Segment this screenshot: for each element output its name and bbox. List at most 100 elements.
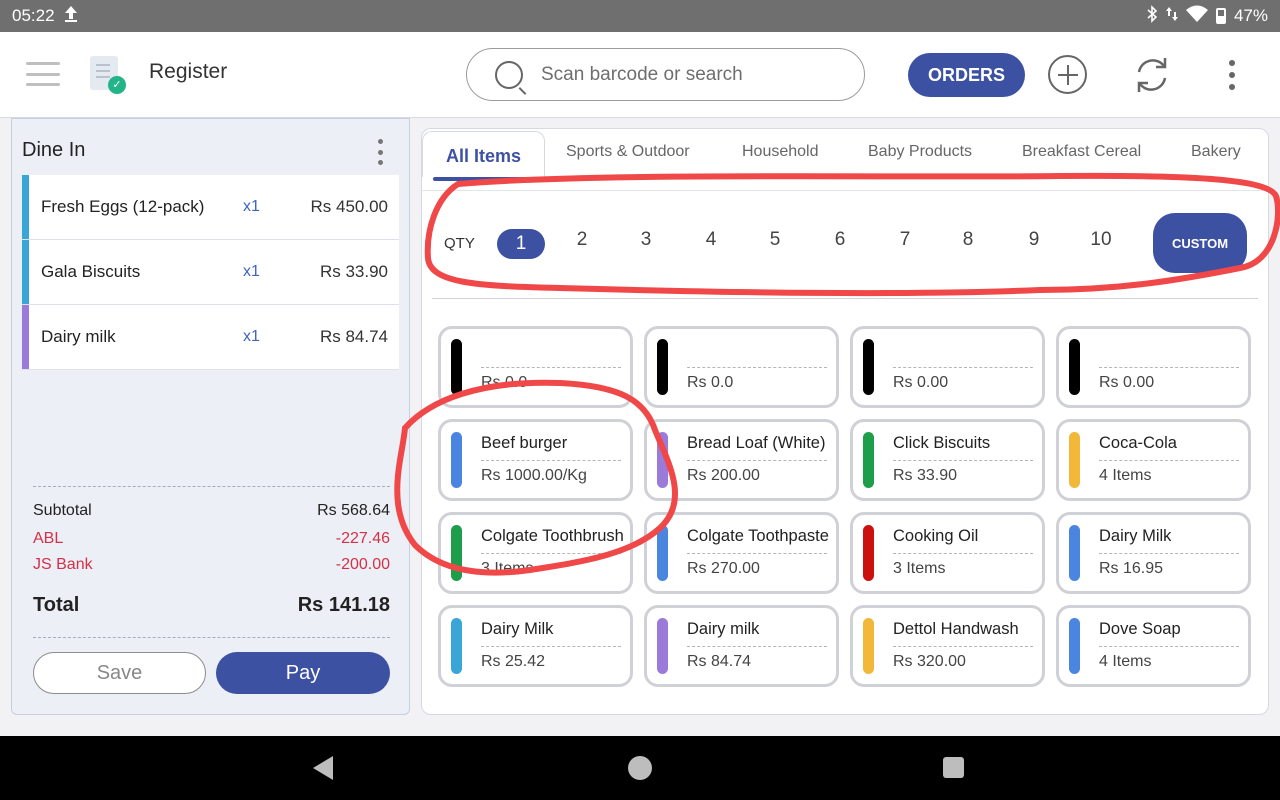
cart-options-icon[interactable] bbox=[376, 139, 384, 165]
product-price: Rs 270.00 bbox=[687, 560, 760, 577]
qty-option[interactable]: 1 bbox=[497, 229, 545, 259]
discount-value: -227.46 bbox=[335, 530, 390, 547]
product-divider bbox=[481, 367, 621, 368]
discount-row: JS Bank -200.00 bbox=[33, 556, 390, 574]
product-price: Rs 0.0 bbox=[481, 374, 528, 391]
product-card[interactable]: Dettol Handwash Rs 320.00 bbox=[850, 605, 1045, 687]
product-divider bbox=[1099, 460, 1239, 461]
battery-icon bbox=[1215, 8, 1226, 24]
product-card[interactable]: Colgate Toothpaste Rs 270.00 bbox=[644, 512, 839, 594]
menu-icon[interactable] bbox=[26, 62, 60, 86]
product-card[interactable]: Rs 0.0 bbox=[644, 326, 839, 408]
tab-baby-products[interactable]: Baby Products bbox=[868, 143, 972, 161]
product-name: Dairy Milk bbox=[481, 620, 554, 638]
product-color-stripe bbox=[1069, 339, 1080, 395]
cart-panel: Dine In Fresh Eggs (12-pack) x1 Rs 450.0… bbox=[11, 118, 410, 715]
tab-breakfast-cereal[interactable]: Breakfast Cereal bbox=[1022, 143, 1141, 161]
tab-all-items[interactable]: All Items bbox=[422, 131, 545, 181]
qty-option[interactable]: 3 bbox=[626, 229, 666, 251]
product-color-stripe bbox=[657, 618, 668, 674]
product-card[interactable]: Rs 0.0 bbox=[438, 326, 633, 408]
tab-sports-outdoor[interactable]: Sports & Outdoor bbox=[566, 143, 690, 161]
product-name: Dove Soap bbox=[1099, 620, 1181, 638]
qty-option[interactable]: 8 bbox=[948, 229, 988, 251]
product-name: Bread Loaf (White) bbox=[687, 434, 826, 452]
product-price: Rs 33.90 bbox=[893, 467, 958, 484]
page-title: Register bbox=[149, 60, 228, 83]
discount-row: ABL -227.46 bbox=[33, 530, 390, 548]
tab-household[interactable]: Household bbox=[742, 143, 819, 161]
upload-icon bbox=[63, 5, 79, 28]
cart-item[interactable]: Dairy milk x1 Rs 84.74 bbox=[22, 305, 399, 370]
app-header: ✓ Register ORDERS bbox=[0, 32, 1280, 118]
product-color-stripe bbox=[1069, 432, 1080, 488]
search-bar[interactable] bbox=[466, 48, 865, 101]
product-color-stripe bbox=[657, 525, 668, 581]
product-card[interactable]: Dairy Milk Rs 16.95 bbox=[1056, 512, 1251, 594]
qty-option[interactable]: 5 bbox=[755, 229, 795, 251]
status-bar: 05:22 47% bbox=[0, 0, 1280, 32]
product-price: Rs 0.0 bbox=[687, 374, 734, 391]
sync-icon[interactable] bbox=[1131, 54, 1173, 96]
home-icon[interactable] bbox=[628, 756, 652, 780]
pay-button[interactable]: Pay bbox=[216, 652, 390, 694]
product-price: Rs 16.95 bbox=[1099, 560, 1164, 577]
product-card[interactable]: Dairy Milk Rs 25.42 bbox=[438, 605, 633, 687]
product-divider bbox=[893, 367, 1033, 368]
product-divider bbox=[687, 460, 827, 461]
product-card[interactable]: Dairy milk Rs 84.74 bbox=[644, 605, 839, 687]
discount-value: -200.00 bbox=[335, 556, 390, 573]
product-color-stripe bbox=[1069, 618, 1080, 674]
category-tabs: All Items Sports & Outdoor Household Bab… bbox=[422, 129, 1268, 191]
product-divider bbox=[687, 646, 827, 647]
product-card[interactable]: Click Biscuits Rs 33.90 bbox=[850, 419, 1045, 501]
product-price: Rs 84.74 bbox=[687, 653, 752, 670]
product-price: 4 Items bbox=[1099, 653, 1152, 670]
cart-item[interactable]: Fresh Eggs (12-pack) x1 Rs 450.00 bbox=[22, 175, 399, 240]
product-card[interactable]: Rs 0.00 bbox=[850, 326, 1045, 408]
product-color-stripe bbox=[451, 339, 462, 395]
qty-option[interactable]: 2 bbox=[562, 229, 602, 251]
tab-underline bbox=[422, 190, 1268, 191]
cart-item-qty: x1 bbox=[243, 263, 260, 280]
product-name: Click Biscuits bbox=[893, 434, 991, 452]
product-name: Colgate Toothbrush bbox=[481, 527, 624, 545]
cart-item-price: Rs 33.90 bbox=[319, 262, 388, 281]
custom-qty-button[interactable]: CUSTOM bbox=[1153, 213, 1247, 273]
product-card[interactable]: Dove Soap 4 Items bbox=[1056, 605, 1251, 687]
product-card[interactable]: Colgate Toothbrush 3 Items bbox=[438, 512, 633, 594]
qty-option[interactable]: 4 bbox=[691, 229, 731, 251]
product-card[interactable]: Cooking Oil 3 Items bbox=[850, 512, 1045, 594]
product-divider bbox=[893, 460, 1033, 461]
order-type-title: Dine In bbox=[22, 139, 86, 161]
more-options-icon[interactable] bbox=[1226, 60, 1238, 90]
product-color-stripe bbox=[863, 525, 874, 581]
product-color-stripe bbox=[1069, 525, 1080, 581]
product-divider bbox=[893, 646, 1033, 647]
product-card[interactable]: Bread Loaf (White) Rs 200.00 bbox=[644, 419, 839, 501]
product-price: 3 Items bbox=[481, 560, 534, 577]
tab-bakery[interactable]: Bakery bbox=[1191, 143, 1241, 161]
qty-option[interactable]: 6 bbox=[820, 229, 860, 251]
product-color-stripe bbox=[863, 432, 874, 488]
product-card[interactable]: Coca-Cola 4 Items bbox=[1056, 419, 1251, 501]
product-card[interactable]: Beef burger Rs 1000.00/Kg bbox=[438, 419, 633, 501]
cart-item[interactable]: Gala Biscuits x1 Rs 33.90 bbox=[22, 240, 399, 305]
add-icon[interactable] bbox=[1048, 55, 1087, 94]
battery-percentage: 47% bbox=[1233, 6, 1268, 25]
qty-option[interactable]: 10 bbox=[1081, 229, 1121, 251]
orders-button[interactable]: ORDERS bbox=[908, 53, 1025, 97]
back-icon[interactable] bbox=[313, 756, 333, 780]
subtotal-value: Rs 568.64 bbox=[317, 502, 390, 519]
product-card[interactable]: Rs 0.00 bbox=[1056, 326, 1251, 408]
save-button[interactable]: Save bbox=[33, 652, 206, 694]
divider bbox=[33, 637, 390, 638]
product-name: Dairy milk bbox=[687, 620, 760, 638]
qty-option[interactable]: 7 bbox=[885, 229, 925, 251]
qty-option[interactable]: 9 bbox=[1014, 229, 1054, 251]
search-input[interactable] bbox=[541, 63, 841, 86]
recent-apps-icon[interactable] bbox=[943, 757, 964, 778]
divider bbox=[432, 298, 1258, 299]
product-divider bbox=[687, 553, 827, 554]
product-divider bbox=[893, 553, 1033, 554]
